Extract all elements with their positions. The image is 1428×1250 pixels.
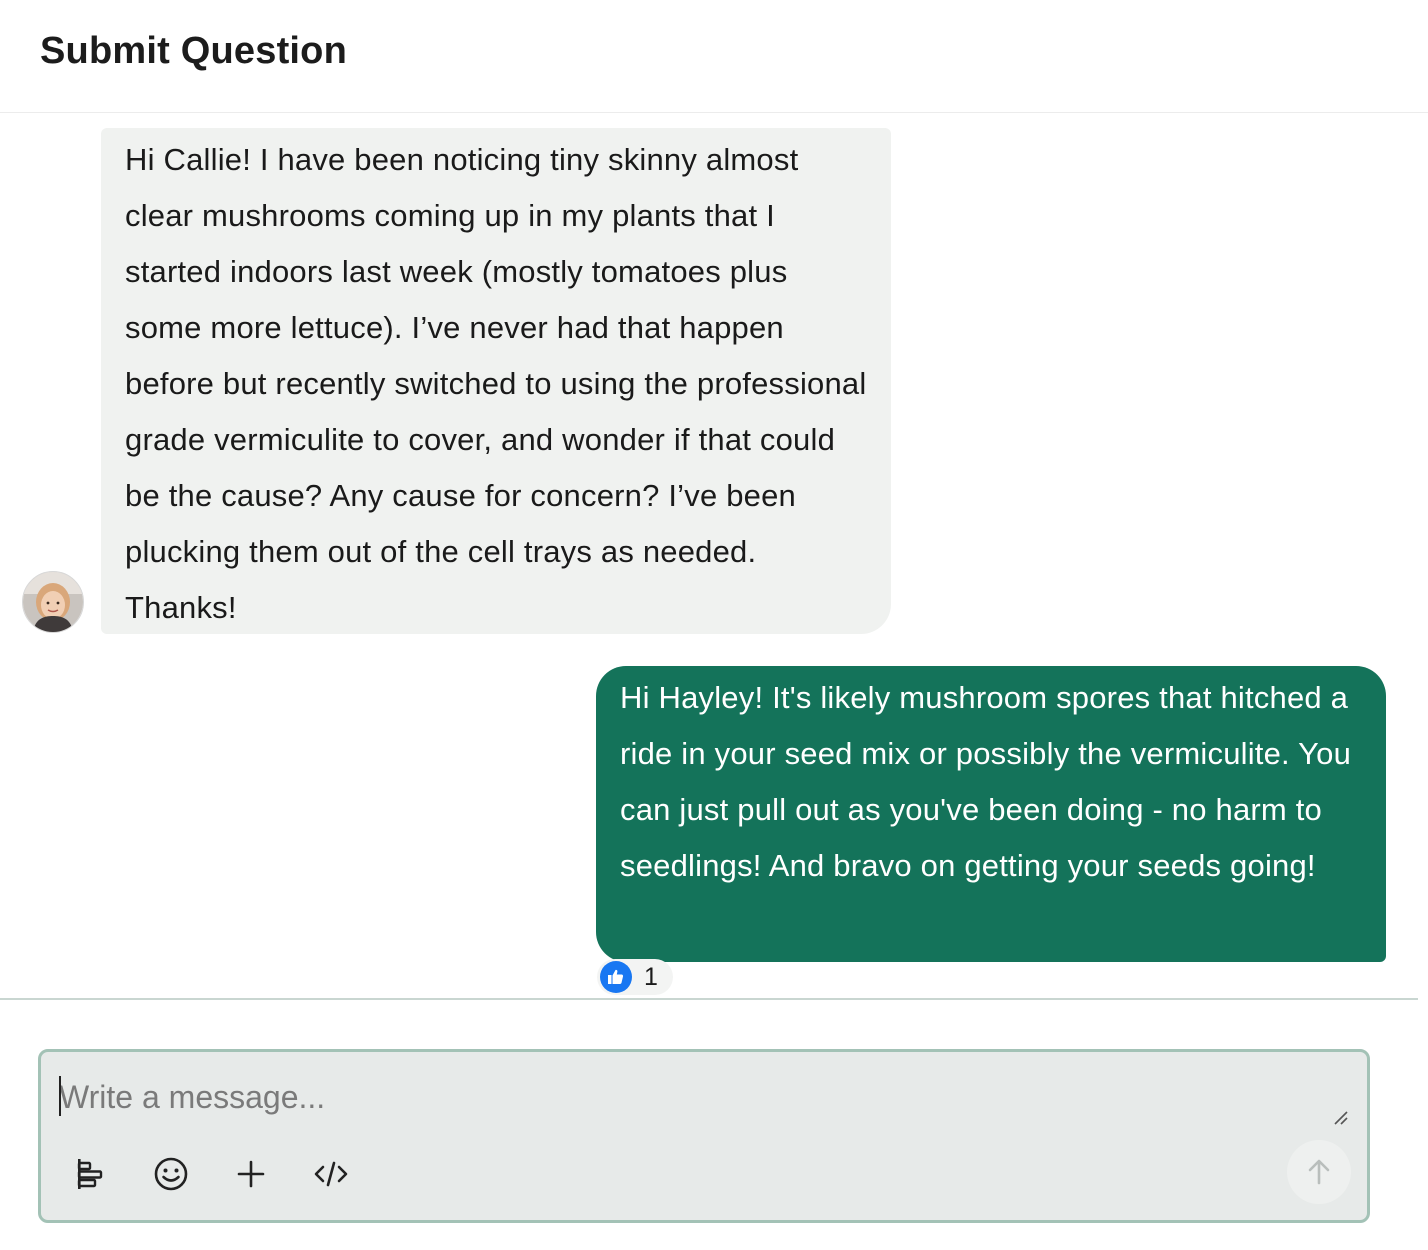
text-cursor bbox=[59, 1076, 61, 1116]
emoji-icon bbox=[154, 1157, 188, 1191]
thread-divider bbox=[0, 998, 1418, 1000]
resize-handle-icon[interactable] bbox=[1331, 1108, 1349, 1126]
format-button[interactable] bbox=[69, 1152, 113, 1196]
page-header: Submit Question bbox=[0, 0, 1428, 113]
incoming-message-text: Hi Callie! I have been noticing tiny ski… bbox=[125, 142, 867, 625]
plus-icon bbox=[237, 1160, 265, 1188]
page-title: Submit Question bbox=[40, 30, 347, 72]
message-composer bbox=[38, 1049, 1370, 1223]
thumbs-up-icon bbox=[600, 961, 632, 993]
message-input[interactable] bbox=[57, 1072, 1319, 1122]
emoji-button[interactable] bbox=[149, 1152, 193, 1196]
send-button[interactable] bbox=[1287, 1140, 1351, 1204]
outgoing-message[interactable]: Hi Hayley! It's likely mushroom spores t… bbox=[596, 666, 1386, 962]
avatar[interactable] bbox=[22, 571, 84, 633]
attach-button[interactable] bbox=[229, 1152, 273, 1196]
code-icon bbox=[314, 1161, 348, 1187]
chat-page: Submit Question Hi Callie! I have been n… bbox=[0, 0, 1428, 1250]
reaction-badge[interactable]: 1 bbox=[597, 959, 673, 995]
user-photo-icon bbox=[23, 572, 83, 632]
message-thread[interactable]: Hi Callie! I have been noticing tiny ski… bbox=[0, 114, 1428, 998]
reaction-count: 1 bbox=[644, 962, 658, 991]
format-icon bbox=[77, 1159, 103, 1189]
arrow-up-icon bbox=[1308, 1159, 1330, 1185]
incoming-message[interactable]: Hi Callie! I have been noticing tiny ski… bbox=[101, 128, 891, 634]
code-button[interactable] bbox=[309, 1152, 353, 1196]
outgoing-message-text: Hi Hayley! It's likely mushroom spores t… bbox=[620, 680, 1352, 883]
